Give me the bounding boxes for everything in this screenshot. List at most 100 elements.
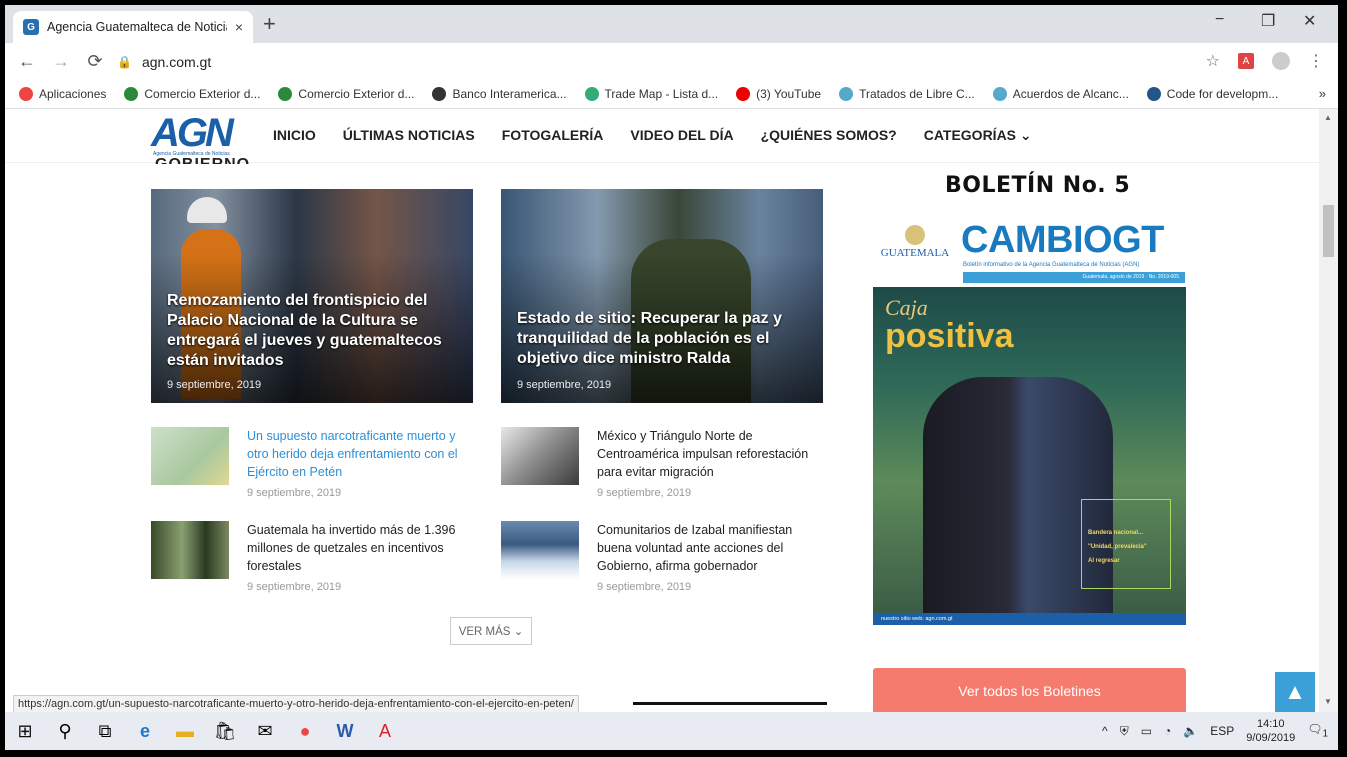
article-title[interactable]: Comunitarios de Izabal manifiestan buena… [597, 521, 822, 575]
article-thumbnail [501, 521, 579, 579]
search-icon[interactable]: ⚲ [45, 712, 85, 750]
chrome-icon[interactable]: ● [285, 712, 325, 750]
article-date: 9 septiembre, 2019 [247, 487, 342, 499]
section-title: GOBIERNO [155, 156, 250, 164]
apps-grid-icon [19, 86, 33, 101]
agn-favicon-icon: G [23, 19, 39, 35]
toolbar-actions: ☆ A ⋮ [1206, 51, 1324, 71]
system-tray: ^ ⛨ ▭ ◔ 🔈 ESP 14:10 9/09/2019 🗨1 [1102, 712, 1328, 750]
article-date: 9 septiembre, 2019 [597, 487, 692, 499]
agn-logo[interactable]: AGN Agencia Guatemalteca de Noticias [151, 113, 263, 157]
tab-strip: G Agencia Guatemalteca de Noticia × + − … [5, 5, 1338, 43]
article-title[interactable]: Guatemala ha invertido más de 1.396 mill… [247, 521, 472, 575]
cover-issue: Guatemala, agosto de 2019 · No. 2019-005 [963, 272, 1185, 283]
article-date: 9 septiembre, 2019 [247, 581, 342, 593]
nav-ultimas-noticias[interactable]: ÚLTIMAS NOTICIAS [343, 127, 475, 144]
bookmark-item[interactable]: Comercio Exterior d... [278, 86, 414, 101]
acrobat-icon[interactable]: A [365, 712, 405, 750]
minimize-button[interactable]: − [1215, 11, 1224, 29]
nav-fotogaleria[interactable]: FOTOGALERÍA [502, 127, 604, 144]
feature-card[interactable]: Estado de sitio: Recuperar la paz y tran… [501, 189, 823, 403]
feature-card[interactable]: Remozamiento del frontispicio del Palaci… [151, 189, 473, 403]
nav-categorias[interactable]: CATEGORÍAS ⌄ [924, 127, 1032, 144]
clock[interactable]: 14:10 9/09/2019 [1246, 717, 1295, 745]
cover-guatemala: GUATEMALA [880, 247, 950, 259]
bookmark-item[interactable]: Comercio Exterior d... [124, 86, 260, 101]
article-thumbnail [151, 521, 229, 579]
bookmark-item[interactable]: (3) YouTube [736, 86, 821, 101]
nav-inicio[interactable]: INICIO [273, 127, 316, 144]
article-title[interactable]: México y Triángulo Norte de Centroaméric… [597, 427, 822, 481]
tab-close-icon[interactable]: × [235, 19, 243, 35]
address-bar[interactable]: 🔒 agn.com.gt [117, 49, 1267, 75]
store-icon[interactable]: 🛍 [205, 712, 245, 750]
page-viewport: AGN Agencia Guatemalteca de Noticias INI… [5, 109, 1319, 712]
new-tab-button[interactable]: + [263, 13, 276, 35]
bookmark-item[interactable]: Tratados de Libre C... [839, 86, 975, 101]
wifi-icon[interactable]: ◔ [1164, 724, 1171, 738]
bookmark-favicon-icon [584, 86, 599, 101]
bookmark-favicon-icon [992, 86, 1007, 101]
list-item[interactable]: Guatemala ha invertido más de 1.396 mill… [151, 521, 481, 601]
feature-title[interactable]: Remozamiento del frontispicio del Palaci… [167, 291, 459, 371]
task-view-icon[interactable]: ⧉ [85, 712, 125, 750]
feature-title[interactable]: Estado de sitio: Recuperar la paz y tran… [517, 309, 809, 369]
windows-start-icon[interactable]: ⊞ [5, 712, 45, 750]
file-explorer-icon[interactable]: ▬ [165, 712, 205, 750]
back-arrow-icon[interactable]: ← [15, 51, 39, 72]
battery-icon[interactable]: ▭ [1141, 724, 1152, 738]
windows-taskbar: ⊞ ⚲ ⧉ e ▬ 🛍 ✉ ● W A ^ ⛨ ▭ ◔ 🔈 ESP 14:10 … [5, 712, 1338, 750]
bookmark-apps[interactable]: Aplicaciones [19, 86, 106, 101]
cover-footer: nuestro sitio web: agn.com.gt [873, 613, 1186, 625]
bookmark-favicon-icon [736, 86, 751, 101]
browser-tab[interactable]: G Agencia Guatemalteca de Noticia × [13, 11, 253, 43]
restore-button[interactable]: ❐ [1261, 11, 1275, 31]
chevron-up-icon[interactable]: ^ [1102, 724, 1108, 738]
language-indicator[interactable]: ESP [1210, 724, 1234, 738]
feature-date: 9 septiembre, 2019 [167, 379, 262, 391]
site-header: AGN Agencia Guatemalteca de Noticias INI… [5, 109, 1319, 164]
scroll-up-arrow-icon[interactable]: ▲ [1324, 113, 1332, 122]
profile-avatar-icon[interactable] [1272, 52, 1290, 70]
browser-toolbar: ← → ⟳ 🔒 agn.com.gt ☆ A ⋮ [5, 43, 1338, 79]
bulletin-title: BOLETÍN No. 5 [945, 173, 1131, 198]
word-icon[interactable]: W [325, 712, 365, 750]
mail-icon[interactable]: ✉ [245, 712, 285, 750]
tab-title: Agencia Guatemalteca de Noticia [47, 20, 227, 34]
star-bookmark-icon[interactable]: ☆ [1206, 51, 1220, 71]
page-scrollbar[interactable]: ▲ ▼ [1319, 109, 1338, 712]
back-to-top-button[interactable]: ▲ [1275, 672, 1315, 712]
bulletin-cover[interactable]: GUATEMALA CAMBIOGT Boletín informativo d… [873, 217, 1186, 625]
scroll-thumb[interactable] [1323, 205, 1334, 257]
scroll-down-arrow-icon[interactable]: ▼ [1324, 697, 1332, 706]
bookmarks-more-button[interactable]: » [1319, 86, 1326, 101]
close-window-button[interactable]: ✕ [1303, 11, 1316, 31]
bookmark-item[interactable]: Code for developm... [1146, 86, 1278, 101]
bookmark-item[interactable]: Trade Map - Lista d... [584, 86, 718, 101]
list-item[interactable]: Comunitarios de Izabal manifiestan buena… [501, 521, 831, 601]
lock-icon: 🔒 [117, 55, 132, 69]
ver-mas-button[interactable]: VER MÁS ⌄ [450, 617, 532, 645]
notification-icon[interactable]: 🗨1 [1307, 722, 1328, 739]
article-date: 9 septiembre, 2019 [597, 581, 692, 593]
article-title[interactable]: Un supuesto narcotraficante muerto y otr… [247, 427, 472, 481]
bookmark-favicon-icon [124, 86, 139, 101]
cover-headline-2: positiva [885, 317, 1014, 355]
feature-date: 9 septiembre, 2019 [517, 379, 612, 391]
ver-boletines-button[interactable]: Ver todos los Boletines [873, 668, 1186, 712]
article-thumbnail [151, 427, 229, 485]
bookmark-favicon-icon [278, 86, 293, 101]
security-icon[interactable]: ⛨ [1120, 724, 1129, 739]
list-item[interactable]: México y Triángulo Norte de Centroaméric… [501, 427, 831, 507]
menu-dots-icon[interactable]: ⋮ [1308, 51, 1324, 71]
bookmark-item[interactable]: Banco Interamerica... [432, 86, 567, 101]
bookmark-item[interactable]: Acuerdos de Alcanc... [992, 86, 1129, 101]
edge-browser-icon[interactable]: e [125, 712, 165, 750]
nav-quienes-somos[interactable]: ¿QUIÉNES SOMOS? [761, 127, 897, 144]
reload-icon[interactable]: ⟳ [83, 51, 107, 72]
pdf-extension-icon[interactable]: A [1238, 53, 1254, 69]
volume-icon[interactable]: 🔈 [1183, 724, 1198, 738]
forward-arrow-icon[interactable]: → [49, 51, 73, 72]
nav-video-del-dia[interactable]: VIDEO DEL DÍA [630, 127, 733, 144]
list-item[interactable]: Un supuesto narcotraficante muerto y otr… [151, 427, 481, 507]
